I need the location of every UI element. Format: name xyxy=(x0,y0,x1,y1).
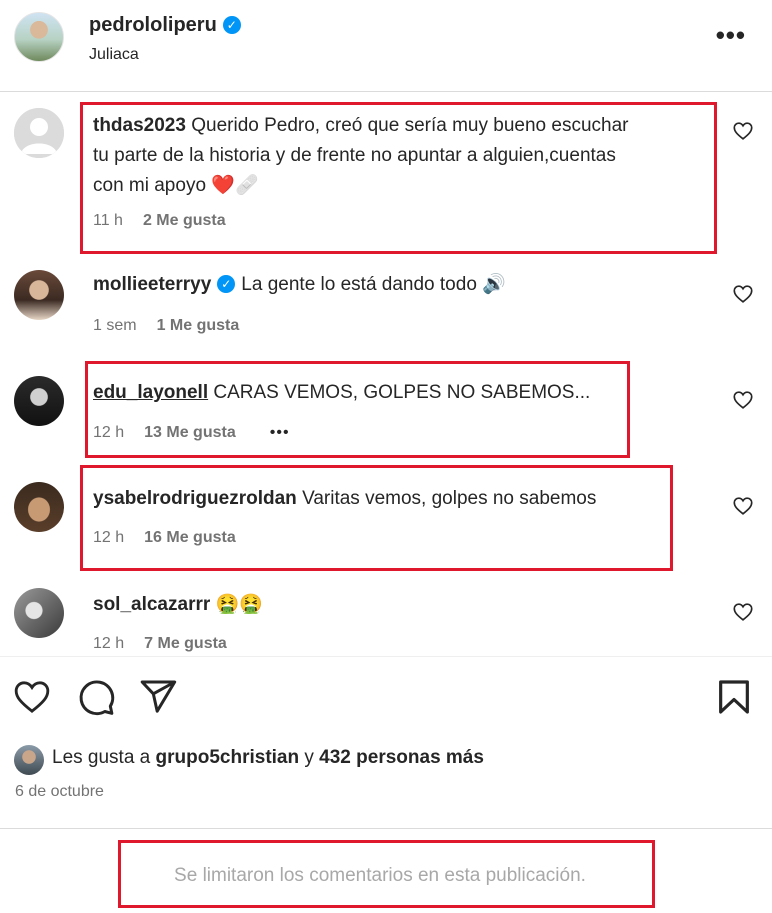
commenter-avatar[interactable] xyxy=(14,482,64,532)
like-heart-icon[interactable] xyxy=(12,677,52,717)
verified-badge-icon: ✓ xyxy=(217,275,236,293)
author-username[interactable]: pedrololiperu ✓ xyxy=(89,14,241,37)
post-date[interactable]: 6 de octubre xyxy=(15,783,104,801)
comment-bubble-icon[interactable] xyxy=(76,677,116,717)
comment-username[interactable]: sol_alcazarrr xyxy=(93,594,210,615)
comment-likes[interactable]: 1 Me gusta xyxy=(157,317,240,334)
like-comment-heart-icon[interactable] xyxy=(732,495,754,517)
like-comment-heart-icon[interactable] xyxy=(732,601,754,623)
author-username-text[interactable]: pedrololiperu xyxy=(89,14,217,36)
likes-prefix: Les gusta a xyxy=(52,747,156,768)
comment-text: mollieeterryy ✓ La gente lo está dando tod… xyxy=(93,270,713,300)
highlight-box xyxy=(85,361,630,458)
save-bookmark-icon[interactable] xyxy=(714,677,754,717)
commenter-avatar[interactable] xyxy=(14,376,64,426)
comment-likes[interactable]: 7 Me gusta xyxy=(144,635,227,652)
likes-summary[interactable]: Les gusta a grupo5christian y 432 person… xyxy=(52,747,484,769)
verified-badge-icon: ✓ xyxy=(222,16,241,34)
comment-time[interactable]: 1 sem xyxy=(93,317,137,334)
comment-meta: 1 sem 1 Me gusta xyxy=(93,317,259,335)
commenter-avatar[interactable] xyxy=(14,108,64,158)
post-actions: Les gusta a grupo5christian y 432 person… xyxy=(0,656,772,826)
commenter-avatar[interactable] xyxy=(14,588,64,638)
highlight-box xyxy=(118,840,655,908)
post-header: pedrololiperu ✓ Juliaca ••• xyxy=(0,0,772,92)
share-send-icon[interactable] xyxy=(138,677,178,717)
liker-avatar[interactable] xyxy=(14,745,44,775)
likes-middle: y xyxy=(299,747,320,768)
comment-username[interactable]: mollieeterryy xyxy=(93,274,211,295)
highlight-box xyxy=(80,102,717,254)
author-avatar[interactable] xyxy=(14,12,64,62)
comment-text: sol_alcazarrr 🤮🤮 xyxy=(93,590,713,620)
likes-user[interactable]: grupo5christian xyxy=(156,747,300,768)
like-comment-heart-icon[interactable] xyxy=(732,283,754,305)
highlight-box xyxy=(80,465,673,571)
like-comment-heart-icon[interactable] xyxy=(732,120,754,142)
likes-count[interactable]: 432 personas más xyxy=(319,747,484,768)
comment-time[interactable]: 12 h xyxy=(93,635,124,652)
default-avatar-icon xyxy=(14,108,64,158)
commenter-avatar[interactable] xyxy=(14,270,64,320)
more-options-icon[interactable]: ••• xyxy=(716,20,746,51)
post-location[interactable]: Juliaca xyxy=(89,46,139,64)
comment-meta: 12 h 7 Me gusta xyxy=(93,635,247,653)
comment-body: 🤮🤮 xyxy=(215,594,263,615)
comment-body: La gente lo está dando todo 🔊 xyxy=(241,274,506,295)
like-comment-heart-icon[interactable] xyxy=(732,389,754,411)
